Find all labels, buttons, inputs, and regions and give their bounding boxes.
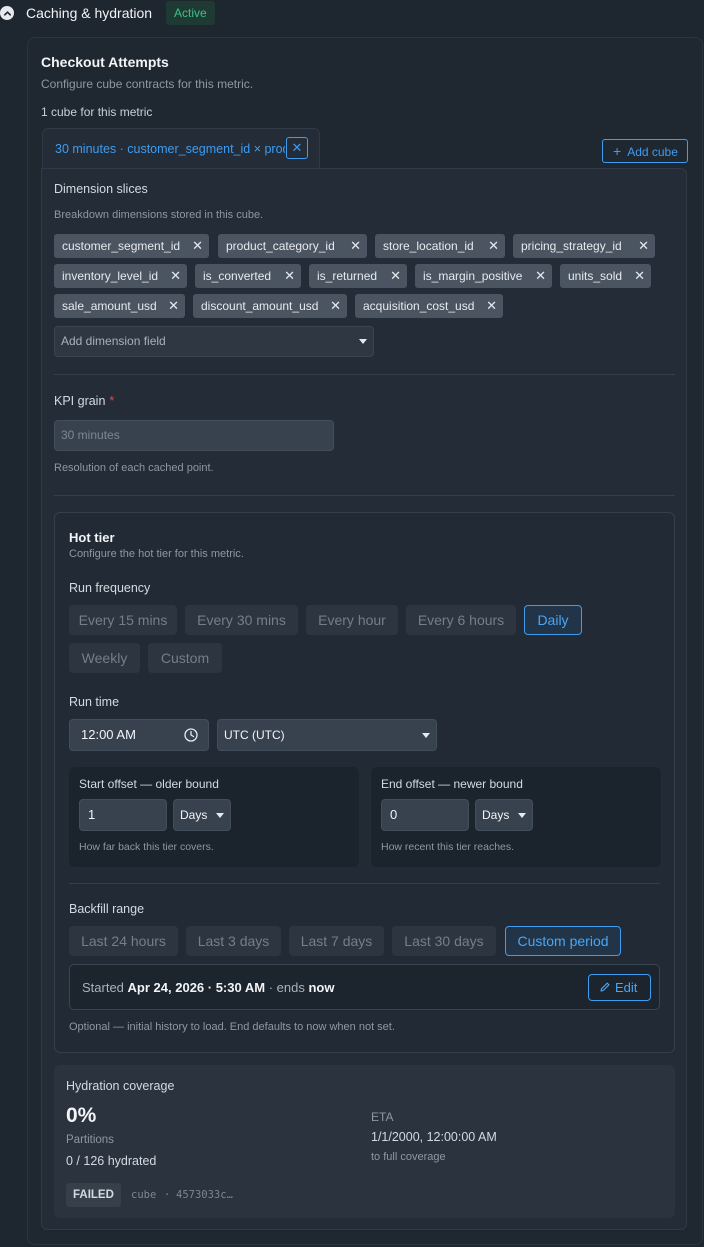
run-frequency-label: Run frequency [69,581,151,595]
caret-down-icon [216,813,224,818]
required-marker: * [109,394,115,408]
frequency-option[interactable]: Every hour [306,605,398,635]
add-dimension-select[interactable]: Add dimension field [54,326,374,357]
kpi-grain-label: KPI grain * [54,394,115,408]
backfill-hint: Optional — initial history to load. End … [69,1021,395,1033]
start-offset-hint: How far back this tier covers. [79,841,214,853]
frequency-option-selected[interactable]: Daily [524,605,582,635]
dimension-slices-label: Dimension slices [54,182,148,196]
dimension-chip[interactable]: store_location_id ✕ [375,234,505,258]
end-offset-title: End offset — newer bound [381,777,523,791]
hydration-title: Hydration coverage [66,1079,175,1093]
start-offset-box: Start offset — older bound 1 Days How fa… [69,767,359,867]
hydration-kind: cube [131,1189,157,1201]
divider [69,883,660,884]
metric-title: Checkout Attempts [41,54,169,70]
frequency-option[interactable]: Every 6 hours [406,605,516,635]
divider [54,495,675,496]
dimension-chip[interactable]: inventory_level_id ✕ [54,264,187,288]
kpi-grain-input[interactable]: 30 minutes [54,420,334,451]
hydration-id: 4573033c… [176,1189,233,1201]
frequency-option[interactable]: Custom [148,643,222,673]
section-header[interactable]: Caching & hydration Active [0,0,704,28]
end-offset-hint: How recent this tier reaches. [381,841,515,853]
dimension-chip[interactable]: is_converted ✕ [195,264,301,288]
backfill-period-box: Started Apr 24, 2026 · 5:30 AM · ends no… [69,964,660,1010]
dimension-chip[interactable]: pricing_strategy_id ✕ [513,234,655,258]
cube-count: 1 cube for this metric [41,105,153,119]
eta-hint: to full coverage [371,1151,446,1163]
backfill-range-label: Backfill range [69,902,145,916]
remove-icon[interactable]: ✕ [350,234,361,258]
divider [54,374,675,375]
timezone-select[interactable]: UTC (UTC) [217,719,437,751]
frequency-option[interactable]: Every 15 mins [69,605,177,635]
dimension-chip[interactable]: product_category_id ✕ [218,234,367,258]
hydration-percent: 0% [66,1104,97,1127]
partitions-value: 0 / 126 hydrated [66,1154,157,1168]
eta-label: ETA [371,1110,394,1124]
clock-icon [184,728,198,742]
edit-button[interactable]: Edit [588,974,651,1001]
frequency-option[interactable]: Weekly [69,643,140,673]
caret-down-icon [518,813,526,818]
partitions-label: Partitions [66,1134,114,1146]
backfill-option[interactable]: Last 30 days [392,926,496,956]
dimension-slices-hint: Breakdown dimensions stored in this cube… [54,209,264,221]
caret-down-icon [359,339,367,344]
caret-down-icon [422,733,430,738]
end-offset-input[interactable]: 0 [381,799,469,831]
end-offset-unit-select[interactable]: Days [475,799,533,831]
dimension-chip[interactable]: units_sold ✕ [560,264,651,288]
hot-tier-subtitle: Configure the hot tier for this metric. [69,548,244,560]
end-offset-box: End offset — newer bound 0 Days How rece… [371,767,661,867]
status-badge: Active [166,1,215,25]
remove-icon[interactable]: ✕ [170,264,181,288]
remove-icon[interactable]: ✕ [284,264,295,288]
frequency-option[interactable]: Every 30 mins [185,605,298,635]
chevron-up-icon[interactable] [0,6,14,20]
remove-icon[interactable]: ✕ [486,294,497,318]
cube-tab[interactable]: 30 minutes · customer_segment_id × produ… [42,128,320,170]
remove-icon[interactable]: ✕ [488,234,499,258]
hot-tier-title: Hot tier [69,530,115,545]
section-title: Caching & hydration [26,5,153,21]
hydration-separator: · [164,1189,171,1201]
start-offset-title: Start offset — older bound [79,777,219,791]
run-time-label: Run time [69,695,120,709]
add-cube-label: Add cube [627,145,678,159]
dimension-chip[interactable]: is_margin_positive ✕ [415,264,552,288]
cube-tab-label: 30 minutes · customer_segment_id × produ… [55,142,285,156]
remove-icon[interactable]: ✕ [168,294,179,318]
dimension-chip[interactable]: discount_amount_usd ✕ [193,294,347,318]
metric-subtitle: Configure cube contracts for this metric… [41,77,254,91]
remove-icon[interactable]: ✕ [192,234,203,258]
plus-icon: + [613,143,622,159]
add-cube-button[interactable]: + Add cube [602,139,688,163]
dimension-chip[interactable]: customer_segment_id ✕ [54,234,209,258]
backfill-option[interactable]: Last 24 hours [69,926,178,956]
close-icon[interactable]: ✕ [286,137,308,159]
backfill-option-selected[interactable]: Custom period [505,926,621,956]
remove-icon[interactable]: ✕ [330,294,341,318]
kpi-grain-hint: Resolution of each cached point. [54,462,214,474]
pencil-icon [600,982,610,992]
dimension-chip[interactable]: is_returned ✕ [309,264,407,288]
dimension-chip[interactable]: sale_amount_usd ✕ [54,294,185,318]
backfill-period-text: Started Apr 24, 2026 · 5:30 AM · ends no… [82,980,335,995]
dimension-chip[interactable]: acquisition_cost_usd ✕ [355,294,503,318]
hydration-status-badge: FAILED [66,1183,121,1207]
eta-value: 1/1/2000, 12:00:00 AM [371,1130,497,1144]
start-offset-input[interactable]: 1 [79,799,167,831]
remove-icon[interactable]: ✕ [638,234,649,258]
backfill-option[interactable]: Last 7 days [289,926,384,956]
start-offset-unit-select[interactable]: Days [173,799,231,831]
run-time-input[interactable]: 12:00 AM [69,719,209,751]
backfill-option[interactable]: Last 3 days [186,926,281,956]
remove-icon[interactable]: ✕ [390,264,401,288]
remove-icon[interactable]: ✕ [535,264,546,288]
remove-icon[interactable]: ✕ [634,264,645,288]
